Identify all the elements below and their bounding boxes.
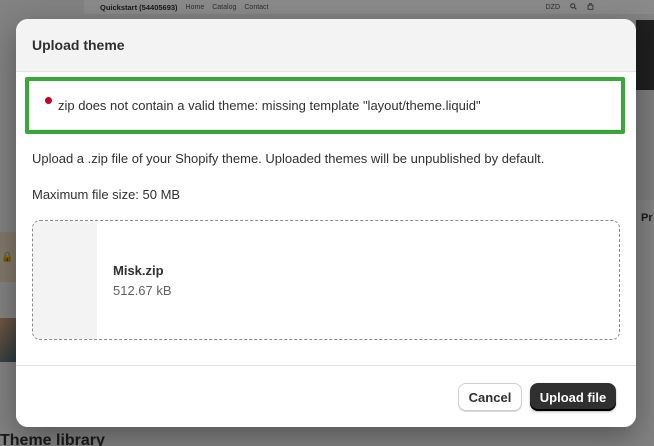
file-size: 512.67 kB — [113, 283, 172, 298]
max-file-size: Maximum file size: 50 MB — [32, 187, 181, 202]
modal-footer: Cancel Upload file — [16, 365, 636, 427]
cancel-button[interactable]: Cancel — [458, 383, 522, 411]
file-name: Misk.zip — [113, 263, 164, 278]
upload-description: Upload a .zip file of your Shopify theme… — [32, 151, 545, 166]
error-bullet-icon — [45, 97, 52, 104]
file-dropzone[interactable]: Misk.zip 512.67 kB — [32, 220, 620, 340]
file-thumbnail — [33, 221, 97, 339]
upload-file-button[interactable]: Upload file — [530, 383, 616, 411]
error-message: zip does not contain a valid theme: miss… — [58, 98, 481, 113]
modal-header: Upload theme — [16, 19, 636, 72]
error-banner: zip does not contain a valid theme: miss… — [30, 82, 620, 129]
modal-title: Upload theme — [32, 37, 125, 53]
upload-theme-modal: Upload theme zip does not contain a vali… — [16, 19, 636, 427]
